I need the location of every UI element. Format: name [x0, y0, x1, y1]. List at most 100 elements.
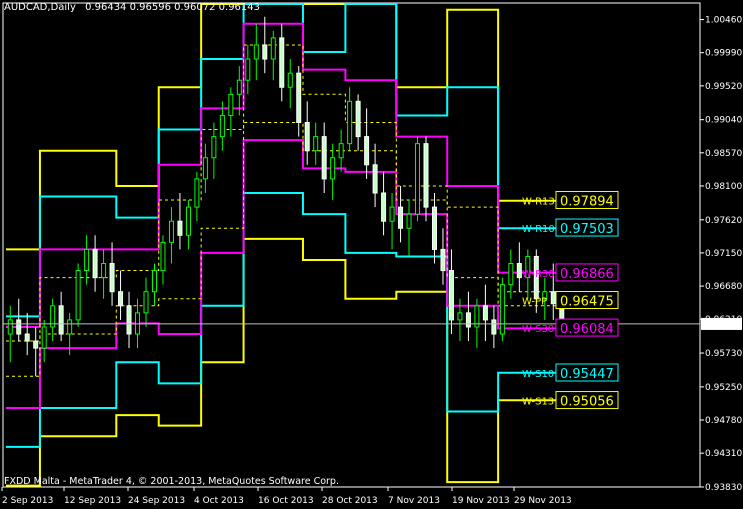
level-tag: W-S38 — [522, 324, 554, 335]
candle-body — [406, 213, 412, 229]
candle-body — [211, 136, 217, 159]
candle-body — [381, 192, 387, 222]
candle-body — [177, 220, 183, 236]
candle-body — [253, 44, 259, 60]
support-10-line — [6, 192, 566, 448]
candle-body — [185, 206, 191, 236]
candle-body — [457, 312, 463, 321]
candle-body — [287, 72, 293, 88]
y-tick-label: 0.98570 — [705, 149, 742, 159]
candle-body — [296, 72, 302, 124]
candle-body — [398, 206, 404, 229]
candle-body — [330, 157, 336, 180]
candle-body — [92, 248, 98, 279]
level-value: 0.97894 — [560, 194, 614, 209]
candle-body — [550, 291, 556, 305]
candle-body — [338, 143, 344, 159]
x-tick-label: 28 Oct 2013 — [322, 496, 378, 506]
level-tag: W-R13 — [522, 196, 555, 207]
current-price-label: 0.96143 — [704, 321, 741, 331]
level-tag: W-PP — [522, 297, 547, 308]
y-tick-label: 0.99040 — [705, 116, 742, 126]
candle-body — [304, 122, 310, 152]
candle-body — [321, 136, 327, 180]
candle-body — [118, 291, 124, 307]
candle-body — [101, 263, 107, 279]
x-tick-label: 19 Nov 2013 — [452, 496, 510, 506]
x-tick-label: 24 Sep 2013 — [128, 496, 185, 506]
candle-body — [448, 270, 454, 321]
candle-body — [160, 241, 166, 272]
y-tick-label: 1.00460 — [705, 16, 742, 26]
y-tick-label: 0.96680 — [705, 282, 742, 292]
y-tick-label: 0.98100 — [705, 182, 742, 192]
chart-canvas[interactable]: 1.00460 0.99990 0.99520 0.99040 0.98570 0.981… — [0, 0, 743, 509]
level-value: 0.96084 — [560, 322, 614, 337]
x-tick-label: 16 Oct 2013 — [258, 496, 314, 506]
y-tick-label: 0.94780 — [705, 416, 742, 426]
y-tick-label: 0.97620 — [705, 216, 742, 226]
level-tag: W-R10 — [522, 224, 555, 235]
price-chart[interactable]: 1.00460 0.99990 0.99520 0.99040 0.98570 0.981… — [0, 0, 743, 509]
candle-body — [194, 178, 200, 208]
candle-body — [482, 305, 488, 321]
candle-body — [219, 114, 225, 138]
y-tick-label: 0.95250 — [705, 383, 742, 393]
chart-header: AUDCAD,Daily 0.96434 0.96596 0.96072 0.9… — [4, 2, 260, 13]
y-tick-label: 0.97150 — [705, 249, 742, 259]
candle-body — [440, 248, 446, 272]
x-tick-label: 7 Nov 2013 — [388, 496, 440, 506]
ohlc-label: 0.96434 0.96596 0.96072 0.96143 — [85, 2, 261, 13]
level-value: 0.96475 — [560, 295, 614, 310]
candle-body — [202, 157, 208, 180]
y-tick-label: 0.94310 — [705, 449, 742, 459]
candle-body — [389, 206, 395, 222]
level-tag: W-R38 — [522, 269, 555, 280]
candle-body — [431, 206, 437, 250]
candle-body — [41, 326, 47, 349]
candle-body — [168, 220, 174, 243]
symbol-label: AUDCAD,Daily — [4, 2, 76, 13]
candle-body — [415, 143, 421, 215]
plot-frame — [2, 2, 701, 488]
candle-body — [245, 58, 251, 81]
y-tick-label: 0.93830 — [705, 483, 742, 493]
candle-body — [491, 319, 497, 335]
candle-body — [364, 136, 370, 166]
candle-body — [24, 333, 30, 342]
candle-body — [84, 248, 90, 272]
y-tick-label: 0.95730 — [705, 349, 742, 359]
x-tick-label: 29 Nov 2013 — [514, 496, 572, 506]
candle-body — [423, 143, 429, 208]
x-tick-label: 12 Sep 2013 — [64, 496, 121, 506]
x-tick-label: 4 Oct 2013 — [194, 496, 244, 506]
y-tick-label: 0.99520 — [705, 82, 742, 92]
candle-body — [499, 284, 505, 335]
candle-body — [347, 100, 353, 145]
support-13-line — [6, 237, 566, 487]
candle-body — [126, 305, 132, 335]
watermark: FXDD Malta - MetaTrader 4, © 2001-2013, … — [4, 476, 339, 487]
candle-body — [508, 263, 514, 286]
candle-body — [228, 93, 234, 116]
level-value: 0.97503 — [560, 222, 614, 237]
candle-body — [16, 319, 22, 335]
candle-body — [465, 312, 471, 328]
candle-body — [151, 270, 157, 293]
candle-body — [109, 263, 115, 293]
level-value: 0.95056 — [560, 395, 614, 410]
candle-body — [236, 79, 242, 95]
x-tick-label: 2 Sep 2013 — [2, 496, 53, 506]
candle-body — [279, 37, 285, 88]
candle-body — [313, 136, 319, 152]
candle-body — [67, 319, 73, 335]
level-value: 0.96866 — [560, 267, 614, 282]
candle-body — [262, 44, 268, 60]
level-tag: W-S13 — [522, 397, 554, 408]
candle-body — [143, 291, 149, 314]
resistance-13-line — [6, 3, 566, 251]
resistance-10-line — [6, 3, 566, 318]
candle-body — [372, 164, 378, 194]
support-38-line — [6, 139, 566, 410]
candle-body — [58, 305, 64, 335]
